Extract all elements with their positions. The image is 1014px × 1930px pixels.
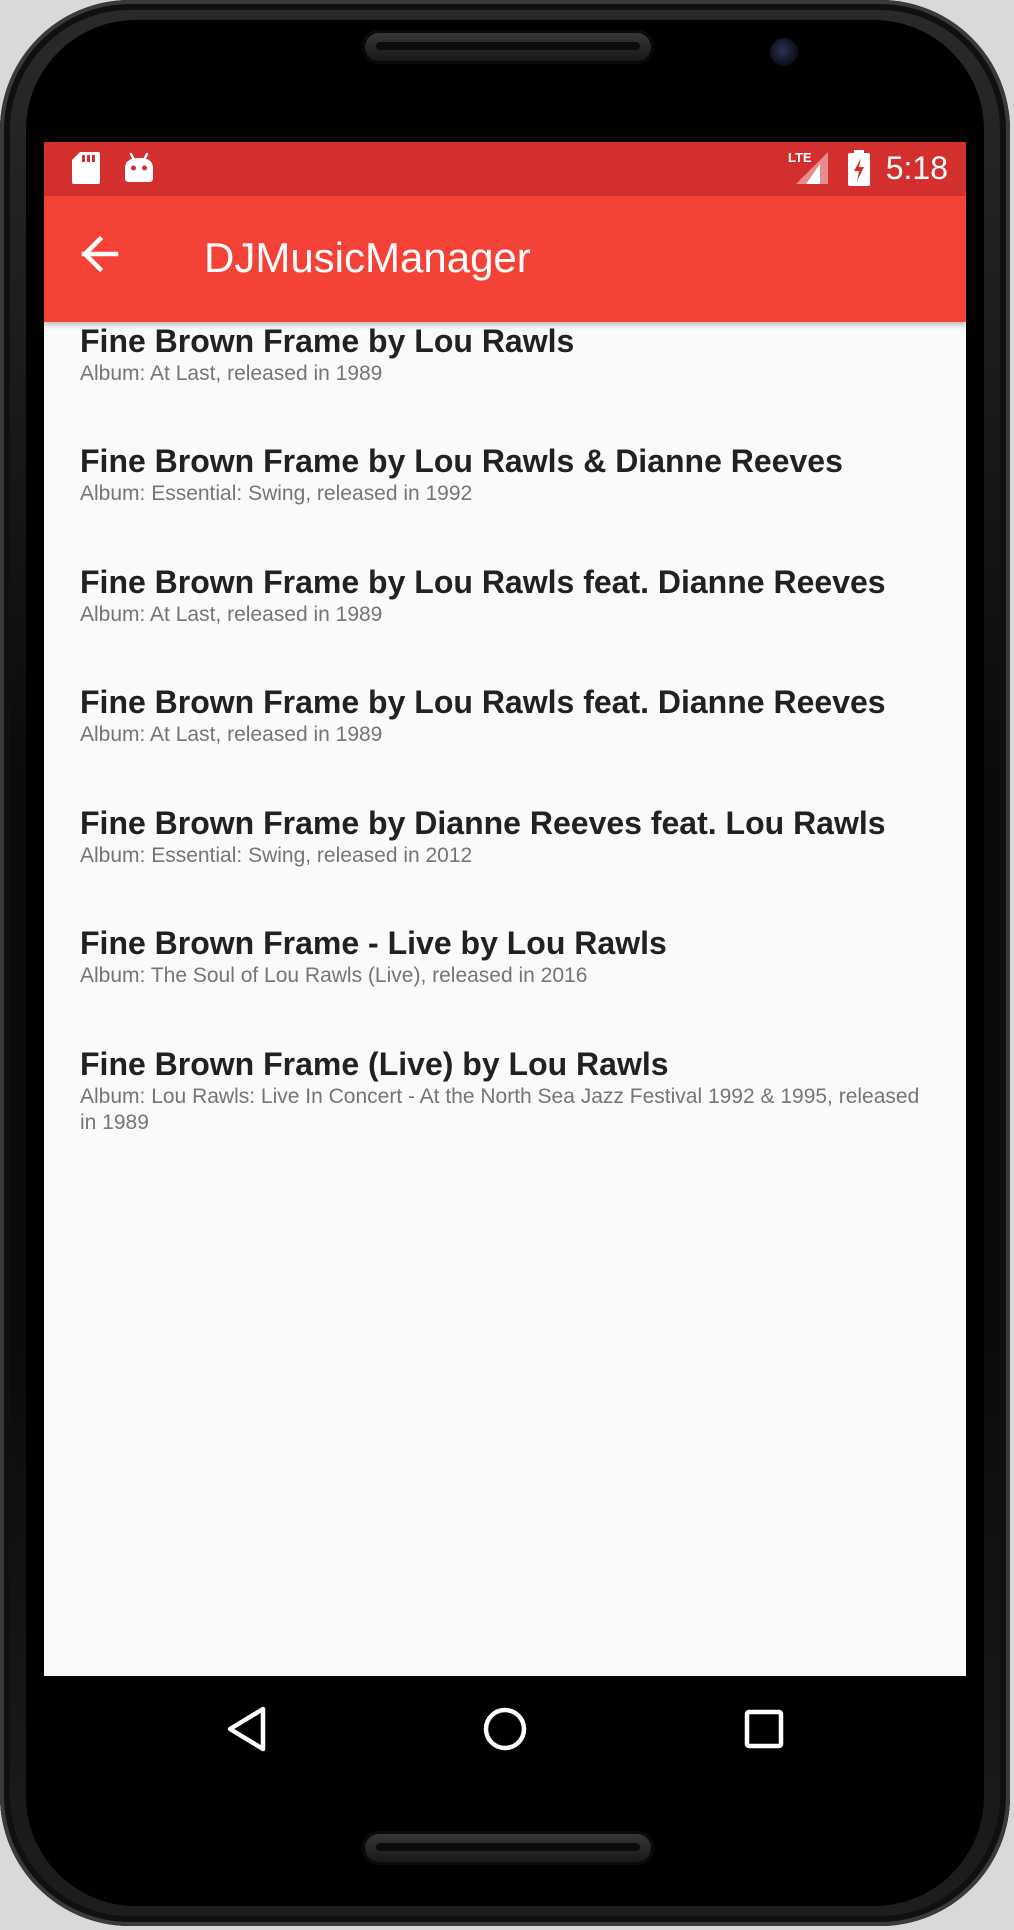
list-item[interactable]: Fine Brown Frame (Live) by Lou Rawls Alb… <box>80 1044 940 1136</box>
track-title: Fine Brown Frame by Lou Rawls & Dianne R… <box>80 443 843 479</box>
track-title: Fine Brown Frame by Lou Rawls feat. Dian… <box>80 564 886 600</box>
app-title: DJMusicManager <box>204 234 531 281</box>
back-triangle-icon <box>225 1705 269 1758</box>
track-subtitle: Album: At Last, released in 1989 <box>80 362 383 385</box>
nav-recents-button[interactable] <box>734 1701 794 1761</box>
track-title: Fine Brown Frame by Dianne Reeves feat. … <box>80 805 886 841</box>
back-button[interactable] <box>68 224 132 288</box>
track-subtitle: Album: Essential: Swing, released in 201… <box>80 844 473 867</box>
app-bar: DJMusicManager <box>44 196 966 322</box>
track-subtitle: Album: At Last, released in 1989 <box>80 723 383 746</box>
list-item[interactable]: Fine Brown Frame by Dianne Reeves feat. … <box>80 803 940 869</box>
battery-charging-icon <box>848 150 870 191</box>
top-speaker <box>362 30 654 64</box>
track-subtitle: Album: Essential: Swing, released in 199… <box>80 482 473 505</box>
track-title: Fine Brown Frame - Live by Lou Rawls <box>80 925 667 961</box>
track-subtitle: Album: The Soul of Lou Rawls (Live), rel… <box>80 964 588 987</box>
nav-home-button[interactable] <box>475 1701 535 1761</box>
status-time: 5:18 <box>885 150 948 186</box>
screen: LTE 5:18 DJMusicManager Fine Brown Frame… <box>44 142 966 1676</box>
sd-card-icon <box>72 152 100 189</box>
nav-back-button[interactable] <box>217 1701 277 1761</box>
android-icon <box>124 152 154 189</box>
navigation-bar <box>44 1676 966 1786</box>
status-bar: LTE 5:18 <box>44 142 966 196</box>
list-item[interactable]: Fine Brown Frame by Lou Rawls feat. Dian… <box>80 682 940 748</box>
track-title: Fine Brown Frame by Lou Rawls feat. Dian… <box>80 684 886 720</box>
home-circle-icon <box>481 1705 529 1758</box>
list-item[interactable]: Fine Brown Frame by Lou Rawls feat. Dian… <box>80 562 940 628</box>
track-subtitle: Album: At Last, released in 1989 <box>80 603 383 626</box>
list-item[interactable]: Fine Brown Frame by Lou Rawls Album: At … <box>80 321 940 387</box>
recents-square-icon <box>742 1707 786 1756</box>
lte-label: LTE <box>788 150 812 165</box>
bottom-speaker <box>362 1831 654 1865</box>
track-subtitle: Album: Lou Rawls: Live In Concert - At t… <box>80 1085 920 1134</box>
track-title: Fine Brown Frame (Live) by Lou Rawls <box>80 1046 669 1082</box>
front-camera <box>770 38 798 66</box>
track-title: Fine Brown Frame by Lou Rawls <box>80 323 575 359</box>
list-item[interactable]: Fine Brown Frame - Live by Lou Rawls Alb… <box>80 923 940 989</box>
list-item[interactable]: Fine Brown Frame by Lou Rawls & Dianne R… <box>80 441 940 507</box>
arrow-back-icon <box>80 234 120 279</box>
